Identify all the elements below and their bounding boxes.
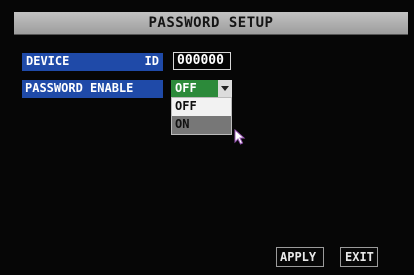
chevron-down-icon[interactable] (218, 80, 232, 97)
password-enable-select[interactable]: OFF (171, 80, 232, 97)
apply-button[interactable]: APPLY (276, 247, 324, 267)
device-id-label-right: ID (144, 54, 159, 68)
dropdown-option-on[interactable]: ON (172, 116, 231, 134)
title-bar: PASSWORD SETUP (14, 12, 408, 35)
dropdown-option-off[interactable]: OFF (172, 98, 231, 116)
device-id-field[interactable]: 000000 (173, 52, 231, 70)
mouse-pointer-icon (234, 129, 246, 145)
device-id-label-left: DEVICE (26, 54, 70, 68)
exit-button-label: EXIT (345, 250, 374, 264)
dropdown-option-on-label: ON (175, 117, 190, 131)
password-enable-label-text: PASSWORD ENABLE (25, 81, 134, 95)
password-enable-label: PASSWORD ENABLE (22, 80, 163, 98)
device-id-value: 000000 (177, 53, 224, 68)
apply-button-label: APPLY (280, 250, 317, 264)
exit-button[interactable]: EXIT (340, 247, 378, 267)
dropdown-option-off-label: OFF (175, 99, 197, 113)
password-enable-value: OFF (175, 81, 197, 95)
password-enable-dropdown: OFF ON (171, 97, 232, 135)
device-id-label: DEVICE ID (22, 53, 163, 71)
page-title: PASSWORD SETUP (148, 15, 274, 31)
